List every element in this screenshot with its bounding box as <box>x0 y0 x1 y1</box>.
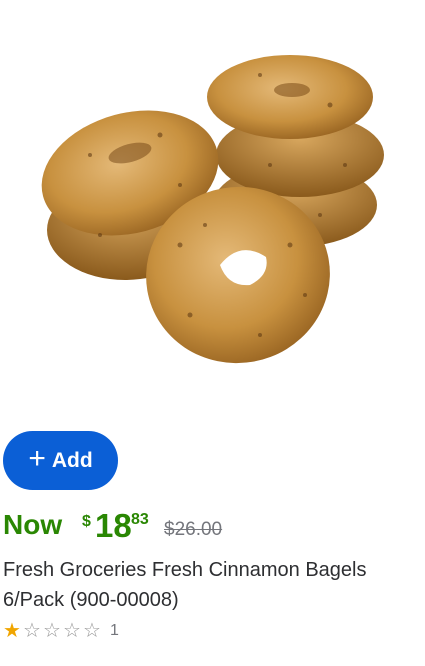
was-price: $26.00 <box>164 519 223 540</box>
price-dollars: 18 <box>95 507 132 544</box>
review-count: 1 <box>110 622 119 639</box>
now-label: Now <box>3 509 63 540</box>
price-cents: 83 <box>131 511 149 528</box>
star-filled-icon: ★ <box>3 619 21 642</box>
star-empty-icon: ☆ <box>83 619 101 642</box>
product-image[interactable] <box>30 35 395 365</box>
star-empty-icon: ☆ <box>23 619 41 642</box>
price-currency: $ <box>82 513 91 530</box>
add-to-cart-button[interactable]: + Add <box>3 431 118 490</box>
star-rating: ★ ☆ ☆ ☆ ☆ <box>2 621 102 642</box>
star-empty-icon: ☆ <box>63 619 81 642</box>
product-title[interactable]: Fresh Groceries Fresh Cinnamon Bagels 6/… <box>3 555 418 615</box>
plus-icon: + <box>28 442 46 475</box>
rating[interactable]: ★ ☆ ☆ ☆ ☆ 1 <box>2 621 119 641</box>
price-block: Now $ 18 83 $26.00 <box>3 505 403 545</box>
add-button-label: Add <box>51 448 93 472</box>
star-empty-icon: ☆ <box>43 619 61 642</box>
